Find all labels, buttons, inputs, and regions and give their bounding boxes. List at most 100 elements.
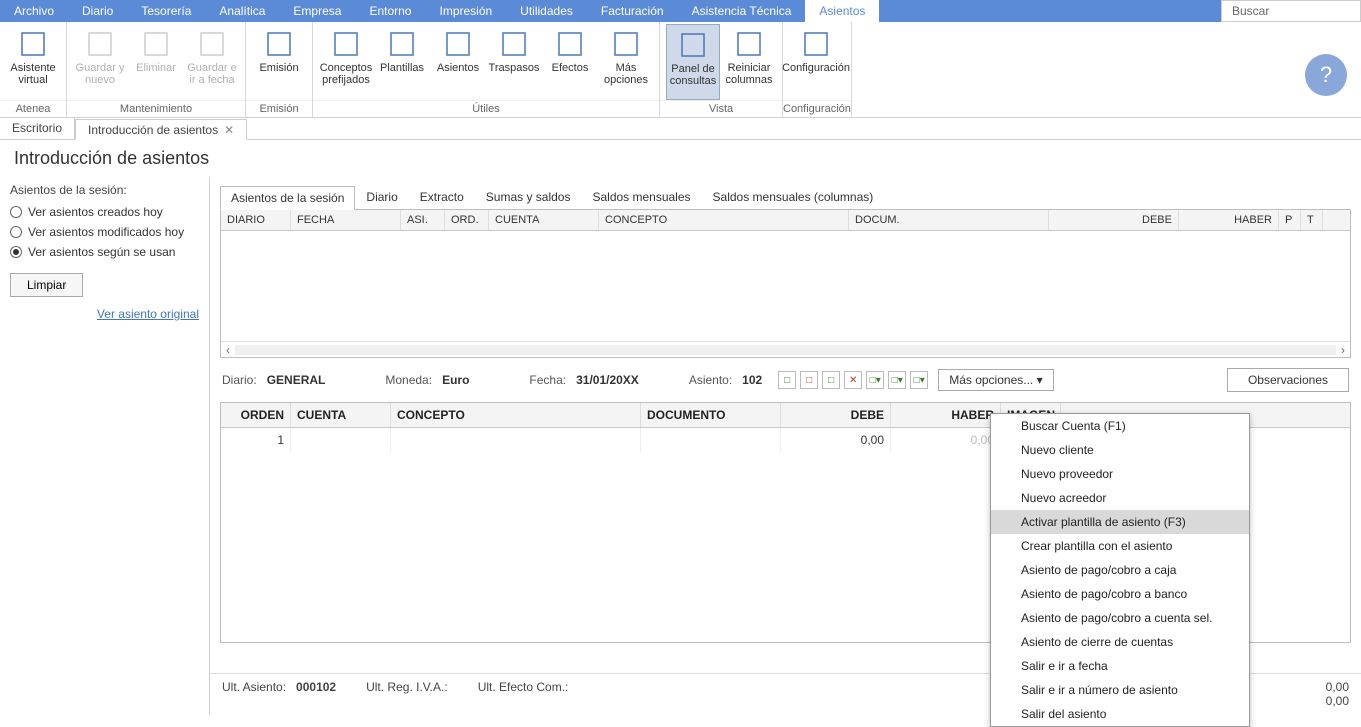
col-haber[interactable]: HABER xyxy=(1179,210,1279,230)
itab-5[interactable]: Saldos mensuales (columnas) xyxy=(702,185,885,209)
dd-9[interactable]: Asiento de cierre de cuentas xyxy=(991,630,1249,654)
panel-consultas[interactable]: Panel de consultas xyxy=(666,24,720,100)
grid-session-body[interactable] xyxy=(221,231,1350,341)
asistente-virtual-icon xyxy=(17,28,49,60)
dd-6[interactable]: Asiento de pago/cobro a caja xyxy=(991,558,1249,582)
configuracion[interactable]: Configuración xyxy=(789,24,843,100)
itab-0[interactable]: Asientos de la sesión xyxy=(220,186,355,210)
menu-archivo[interactable]: Archivo xyxy=(0,0,68,22)
mas-opciones[interactable]: Más opciones xyxy=(599,24,653,100)
guardar-ir-fecha-label: Guardar e ir a fecha xyxy=(187,62,237,86)
dd-1[interactable]: Nuevo cliente xyxy=(991,438,1249,462)
cell-debe[interactable]: 0,00 xyxy=(781,428,891,452)
asientos-dd[interactable]: Asientos xyxy=(431,24,485,100)
conceptos-prefijados[interactable]: Conceptos prefijados xyxy=(319,24,373,100)
menu-entorno[interactable]: Entorno xyxy=(355,0,425,22)
search-input[interactable]: Buscar xyxy=(1221,0,1361,22)
tool-icon-2[interactable]: □ xyxy=(800,371,818,389)
asistente-virtual[interactable]: Asistente virtual xyxy=(6,24,60,100)
menu-asistencia-t-cnica[interactable]: Asistencia Técnica xyxy=(678,0,806,22)
r-creados[interactable]: Ver asientos creados hoy xyxy=(10,205,199,219)
scroll-track[interactable] xyxy=(235,345,1336,355)
ver-asiento-original-link[interactable]: Ver asiento original xyxy=(10,307,199,321)
emision[interactable]: Emisión xyxy=(252,24,306,100)
page-title: Introducción de asientos xyxy=(0,140,1361,177)
col-docum.[interactable]: DOCUM. xyxy=(849,210,1049,230)
scroll-right-icon[interactable]: › xyxy=(1336,343,1350,357)
col-p[interactable]: P xyxy=(1279,210,1301,230)
col2-concepto[interactable]: CONCEPTO xyxy=(391,403,641,427)
tool-icon-7[interactable]: □▾ xyxy=(910,371,928,389)
menu-anal-tica[interactable]: Analítica xyxy=(205,0,279,22)
col2-orden[interactable]: ORDEN xyxy=(221,403,291,427)
cell-cuenta[interactable] xyxy=(291,428,391,452)
col-ord.[interactable]: ORD. xyxy=(445,210,489,230)
limpiar-button[interactable]: Limpiar xyxy=(10,273,83,297)
tool-icon-3[interactable]: □ xyxy=(822,371,840,389)
itab-4[interactable]: Saldos mensuales xyxy=(581,185,701,209)
menu-diario[interactable]: Diario xyxy=(68,0,127,22)
cell-orden[interactable]: 1 xyxy=(221,428,291,452)
menu-tesorer-a[interactable]: Tesorería xyxy=(127,0,205,22)
col2-documento[interactable]: DOCUMENTO xyxy=(641,403,781,427)
itab-2[interactable]: Extracto xyxy=(409,185,475,209)
tab-escritorio[interactable]: Escritorio xyxy=(0,118,75,139)
r-segun[interactable]: Ver asientos según se usan xyxy=(10,245,199,259)
col-t[interactable]: T xyxy=(1301,210,1323,230)
dd-11[interactable]: Salir e ir a número de asiento xyxy=(991,678,1249,702)
col-cuenta[interactable]: CUENTA xyxy=(489,210,599,230)
efectos[interactable]: Efectos xyxy=(543,24,597,100)
mas-opciones-button[interactable]: Más opciones... ▾ xyxy=(938,369,1053,391)
dd-7[interactable]: Asiento de pago/cobro a banco xyxy=(991,582,1249,606)
asientos-dd-icon xyxy=(442,28,474,60)
help-fab[interactable]: ? xyxy=(1305,54,1347,96)
menu-facturaci-n[interactable]: Facturación xyxy=(587,0,678,22)
col-asi.[interactable]: ASI. xyxy=(401,210,445,230)
dd-2[interactable]: Nuevo proveedor xyxy=(991,462,1249,486)
dd-3[interactable]: Nuevo acreedor xyxy=(991,486,1249,510)
traspasos[interactable]: Traspasos xyxy=(487,24,541,100)
grid-scrollbar[interactable]: ‹ › xyxy=(221,341,1350,357)
scroll-left-icon[interactable]: ‹ xyxy=(221,343,235,357)
col-concepto[interactable]: CONCEPTO xyxy=(599,210,849,230)
col2-haber[interactable]: HABER xyxy=(891,403,1001,427)
col-fecha[interactable]: FECHA xyxy=(291,210,401,230)
plantillas[interactable]: Plantillas xyxy=(375,24,429,100)
fecha-value[interactable]: 31/01/20XX xyxy=(576,373,639,387)
observaciones-button[interactable]: Observaciones xyxy=(1227,368,1349,392)
dd-4[interactable]: Activar plantilla de asiento (F3) xyxy=(991,510,1249,534)
dd-5[interactable]: Crear plantilla con el asiento xyxy=(991,534,1249,558)
emision-icon xyxy=(263,28,295,60)
plantillas-label: Plantillas xyxy=(380,62,424,74)
menu-empresa[interactable]: Empresa xyxy=(279,0,355,22)
tool-icon-1[interactable]: □ xyxy=(778,371,796,389)
asiento-value[interactable]: 102 xyxy=(742,373,762,387)
total-asiento-value: 0,00 xyxy=(1326,680,1349,694)
col2-cuenta[interactable]: CUENTA xyxy=(291,403,391,427)
menu-asientos[interactable]: Asientos xyxy=(805,0,879,22)
itab-1[interactable]: Diario xyxy=(355,185,408,209)
ribbon-group-mantenimiento: Mantenimiento xyxy=(67,100,245,117)
tool-icon-4[interactable]: ✕ xyxy=(844,371,862,389)
dd-0[interactable]: Buscar Cuenta (F1) xyxy=(991,414,1249,438)
col2-debe[interactable]: DEBE xyxy=(781,403,891,427)
menu-utilidades[interactable]: Utilidades xyxy=(506,0,587,22)
cell-documento[interactable] xyxy=(641,428,781,452)
dd-12[interactable]: Salir del asiento xyxy=(991,702,1249,726)
close-icon[interactable]: ✕ xyxy=(224,123,234,137)
tool-icon-6[interactable]: □▾ xyxy=(888,371,906,389)
dd-10[interactable]: Salir e ir a fecha xyxy=(991,654,1249,678)
col-diario[interactable]: DIARIO xyxy=(221,210,291,230)
cuenta-sel-value: 0,00 xyxy=(1326,694,1349,708)
cell-haber[interactable]: 0,00 xyxy=(891,428,1001,452)
itab-3[interactable]: Sumas y saldos xyxy=(475,185,582,209)
col-debe[interactable]: DEBE xyxy=(1049,210,1179,230)
mas-opciones-label: Más opciones xyxy=(601,62,651,86)
dd-8[interactable]: Asiento de pago/cobro a cuenta sel. xyxy=(991,606,1249,630)
cell-concepto[interactable] xyxy=(391,428,641,452)
tab-introduccion[interactable]: Introducción de asientos✕ xyxy=(75,119,247,140)
reiniciar-columnas[interactable]: Reiniciar columnas xyxy=(722,24,776,100)
r-modificados[interactable]: Ver asientos modificados hoy xyxy=(10,225,199,239)
menu-impresi-n[interactable]: Impresión xyxy=(425,0,506,22)
tool-icon-5[interactable]: □▾ xyxy=(866,371,884,389)
